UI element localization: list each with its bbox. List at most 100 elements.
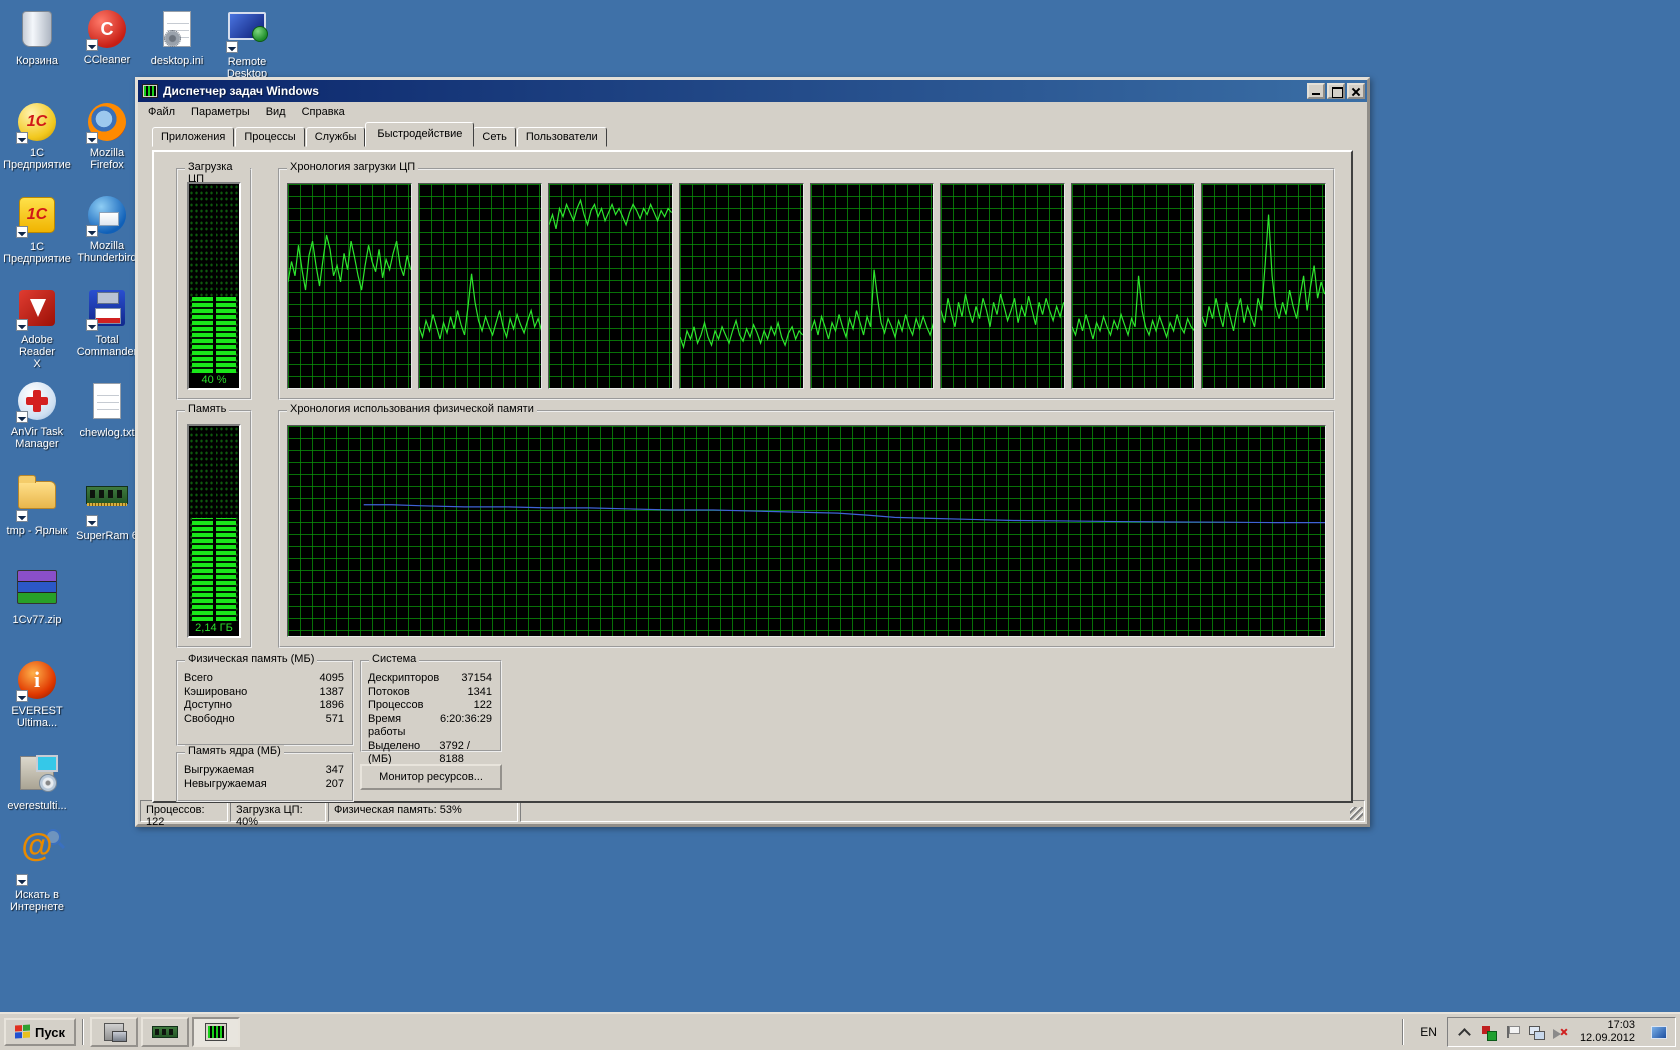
desktop-icon-anvir[interactable]: AnVir Task Manager (2, 380, 72, 450)
system-title: Система (369, 653, 419, 665)
menu-файл[interactable]: Файл (140, 104, 183, 120)
shortcut-arrow-icon (16, 319, 28, 331)
start-button[interactable]: Пуск (4, 1018, 76, 1046)
desktop-icon-ram[interactable]: SuperRam 6 (72, 473, 142, 542)
remote-desktop-icon (228, 12, 266, 40)
desktop-icon-total-commander[interactable]: Total Commander (72, 287, 142, 358)
tab-сеть[interactable]: Сеть (473, 127, 515, 147)
desktop-icon-config-file[interactable]: desktop.ini (142, 8, 212, 67)
desktop-icon-folder[interactable]: tmp - Ярлык (2, 473, 72, 537)
stat-value: 347 (326, 764, 344, 778)
stat-row: Выделено (МБ)3792 / 8188 (366, 740, 494, 767)
zip-archive-icon (17, 570, 57, 604)
desktop-icon-text-file[interactable]: chewlog.txt (72, 380, 142, 439)
cpu-history-panel (1201, 183, 1326, 389)
status-pane: Физическая память: 53% (328, 800, 518, 822)
shortcut-arrow-icon (16, 226, 28, 238)
stat-label: Всего (184, 672, 213, 686)
desktop-icon-remote-desktop[interactable]: Remote Desktop (212, 8, 282, 80)
shortcut-arrow-icon (226, 41, 238, 53)
windows-flag-icon (15, 1024, 31, 1039)
stat-value: 1896 (320, 699, 344, 713)
tab-быстродействие[interactable]: Быстродействие (365, 122, 474, 147)
cpu-history-panel (810, 183, 935, 389)
desktop-icon-label: SuperRam 6 (72, 530, 142, 542)
desktop-icon-zip-archive[interactable]: 1Cv77.zip (2, 566, 72, 626)
stat-row: Кэшировано1387 (182, 686, 346, 700)
desktop-icon-thunderbird[interactable]: Mozilla Thunderbird (72, 194, 142, 264)
kernel-memory-title: Память ядра (МБ) (185, 745, 284, 757)
start-label: Пуск (35, 1025, 65, 1040)
stat-value: 122 (474, 699, 492, 713)
tab-службы[interactable]: Службы (306, 127, 366, 147)
tray-flag-icon[interactable] (1504, 1024, 1520, 1040)
shortcut-arrow-icon (86, 39, 98, 51)
desktop-icon-1c-v8[interactable]: 1С1С Предприятие (2, 194, 72, 265)
menu-справка[interactable]: Справка (294, 104, 353, 120)
memory-group: Память 2,14 ГБ (176, 410, 252, 648)
maximize-button[interactable] (1327, 83, 1345, 99)
task-manager-icon (142, 84, 158, 98)
task-manager-window: Диспетчер задач Windows ФайлПараметрыВид… (135, 77, 1370, 827)
installer-icon (20, 756, 54, 790)
desktop-icon-label: Корзина (2, 55, 72, 67)
tab-strip: ПриложенияПроцессыСлужбыБыстродействиеСе… (138, 121, 1367, 147)
cpu-history-panel (679, 183, 804, 389)
menu-параметры[interactable]: Параметры (183, 104, 258, 120)
ram-icon (152, 1026, 178, 1038)
recycle-bin-icon (22, 11, 52, 47)
stat-row: Процессов122 (366, 699, 494, 713)
tray-network-icon[interactable] (1528, 1024, 1544, 1040)
desktop-icon-adobe-reader[interactable]: Adobe Reader X (2, 287, 72, 370)
tray-volume-muted-icon[interactable] (1552, 1024, 1568, 1040)
title-bar[interactable]: Диспетчер задач Windows (138, 80, 1367, 102)
memory-value: 2,14 ГБ (189, 621, 239, 636)
minimize-button[interactable] (1307, 83, 1325, 99)
desktop-icon-label: Total Commander (72, 334, 142, 358)
text-file-icon (93, 383, 121, 419)
cpu-history-panel (287, 183, 412, 389)
desktop-icon-recycle-bin[interactable]: Корзина (2, 8, 72, 67)
close-button[interactable] (1347, 83, 1365, 99)
tab-процессы[interactable]: Процессы (235, 127, 304, 147)
stat-value: 4095 (320, 672, 344, 686)
desktop-icon-1c-enterprise[interactable]: 1С1С Предприятие (2, 101, 72, 171)
stat-label: Доступно (184, 699, 232, 713)
desktop-icon-installer[interactable]: everestulti... (2, 752, 72, 812)
anvir-task-button[interactable] (90, 1017, 138, 1047)
stat-value: 6:20:36:29 (440, 713, 492, 740)
kernel-memory-group: Память ядра (МБ) Выгружаемая347Невыгружа… (176, 752, 354, 802)
stat-value: 207 (326, 778, 344, 792)
tab-приложения[interactable]: Приложения (152, 127, 234, 147)
shortcut-arrow-icon (86, 319, 98, 331)
cpu-history-title: Хронология загрузки ЦП (287, 161, 418, 173)
desktop-icon-everest[interactable]: iEVEREST Ultima... (2, 659, 72, 729)
superram-task-button[interactable] (141, 1017, 189, 1047)
status-pane (520, 800, 1365, 822)
cpu-usage-gauge: 40 % (187, 182, 241, 390)
memory-history-panel (287, 425, 1326, 637)
tab-пользователи[interactable]: Пользователи (517, 127, 607, 147)
stat-row: Дескрипторов37154 (366, 672, 494, 686)
language-indicator[interactable]: EN (1410, 1025, 1447, 1039)
stat-value: 3792 / 8188 (439, 740, 492, 767)
desktop-icon-firefox[interactable]: Mozilla Firefox (72, 101, 142, 171)
stat-row: Доступно 1896 (182, 699, 346, 713)
stat-value: 37154 (461, 672, 492, 686)
tray-expand-icon[interactable] (1456, 1024, 1472, 1040)
stat-row: Невыгружаемая207 (182, 778, 346, 792)
resize-grip[interactable] (1350, 807, 1363, 820)
tray-app-icon[interactable] (1480, 1024, 1496, 1040)
task-manager-task-button[interactable] (192, 1017, 240, 1047)
shortcut-arrow-icon (16, 874, 28, 886)
window-title: Диспетчер задач Windows (163, 84, 1305, 98)
desktop-icon-ccleaner[interactable]: CCCleaner (72, 8, 142, 66)
cpu-history-panel (940, 183, 1065, 389)
menu-вид[interactable]: Вид (258, 104, 294, 120)
desktop-icon-label: EVEREST Ultima... (2, 705, 72, 729)
memory-gauge: 2,14 ГБ (187, 424, 241, 638)
desktop-icon-search-internet[interactable]: @Искать в Интернете (2, 845, 72, 913)
resource-monitor-button[interactable]: Монитор ресурсов... (360, 764, 502, 790)
show-desktop-icon[interactable] (1651, 1026, 1667, 1039)
cpu-history-panel (1071, 183, 1196, 389)
